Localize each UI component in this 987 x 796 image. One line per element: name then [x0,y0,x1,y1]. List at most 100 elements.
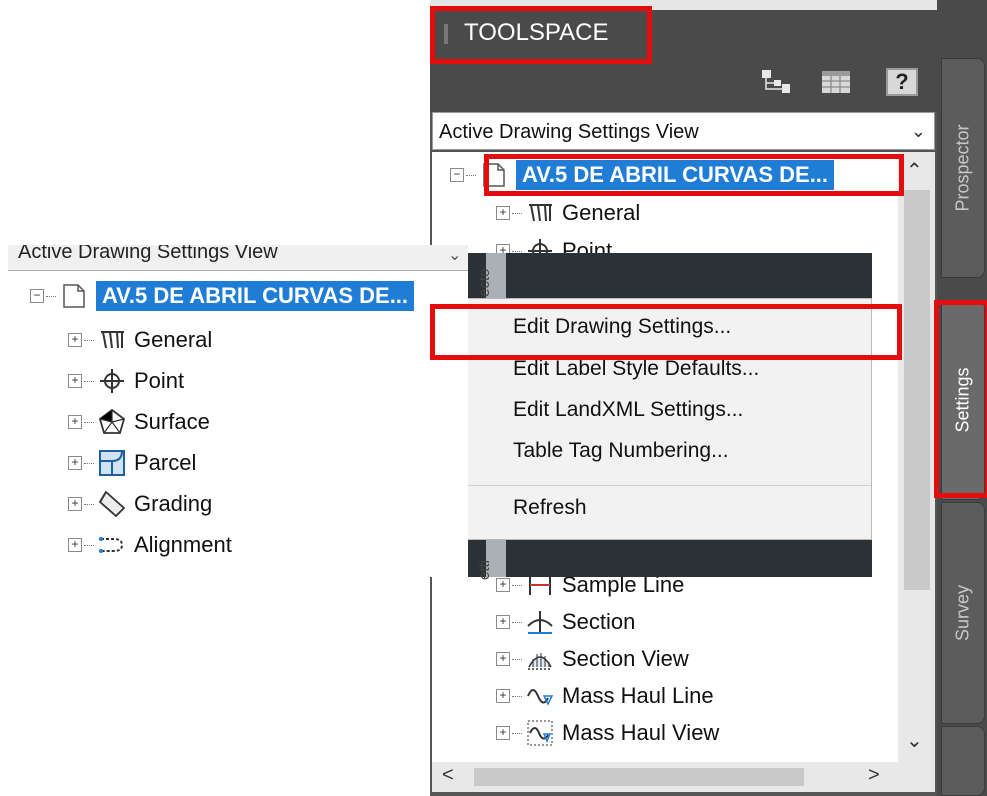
expand-icon[interactable]: + [496,578,510,592]
expand-icon[interactable]: + [68,374,82,388]
tree-connector [84,380,94,382]
inset-tab-fragment: ecto [476,268,493,297]
expand-icon[interactable]: + [496,615,510,629]
drawing-icon [63,284,85,308]
tree-connector [512,584,522,586]
scroll-left-icon[interactable]: < [442,764,454,787]
alignment-icon [99,537,124,553]
inset-tree-root-row[interactable]: − AV.5 DE ABRIL CURVAS DE... [30,279,415,313]
highlight-toolspace-title [430,6,652,64]
inset-settings-tree: − AV.5 DE ABRIL CURVAS DE... + General + [8,273,438,577]
tree-item-label: Grading [134,491,213,516]
tree-connector [84,462,94,464]
vertical-scrollbar[interactable]: ⌃ ⌄ [898,152,935,762]
general-settings-icon [529,204,552,222]
tree-connector [84,503,94,505]
tree-item-label: Section View [562,646,689,671]
tree-connector [466,174,476,176]
inset-tree-item-surface[interactable]: + Surface [68,405,210,439]
expand-icon[interactable]: + [68,415,82,429]
section-view-icon [528,653,552,670]
highlight-edit-drawing-settings [430,304,902,360]
tree-connector [46,295,56,297]
menu-item-table-tag-numbering[interactable]: Table Tag Numbering... [513,439,729,463]
tree-item-label: Parcel [134,450,197,475]
collapse-icon[interactable]: − [30,289,44,303]
inset-settings-panel: Active Drawing Settings View ⌄ − AV.5 DE… [8,245,468,577]
menu-item-edit-landxml-settings[interactable]: Edit LandXML Settings... [513,398,743,422]
drawing-root-node[interactable]: AV.5 DE ABRIL CURVAS DE... [96,281,415,311]
scrollbar-thumb[interactable] [474,768,804,786]
tree-view-icon[interactable] [760,68,792,96]
expand-icon[interactable]: + [496,652,510,666]
tree-connector [84,339,94,341]
view-dropdown-value: Active Drawing Settings View [439,121,699,143]
parcel-icon [99,450,125,476]
tree-connector [512,658,522,660]
expand-icon[interactable]: + [68,538,82,552]
tree-item-label: Section [562,609,636,634]
scroll-up-icon[interactable]: ⌃ [906,158,923,183]
inset-tab-fragment: etti [476,559,493,580]
menu-separator [427,485,871,486]
tree-item-label: Point [134,368,185,393]
tree-connector [512,212,522,214]
chevron-down-icon[interactable]: ⌄ [448,245,461,265]
tab-more[interactable] [941,726,985,796]
tree-item-mass-haul-line[interactable]: + Mass Haul Line [496,679,714,713]
tree-item-section[interactable]: + Section [496,605,635,639]
highlight-settings-tab [934,300,987,498]
inset-tree-item-general[interactable]: + General [68,323,212,357]
tree-item-label: Mass Haul Line [562,683,714,708]
surface-icon [98,408,126,434]
tree-connector [512,732,522,734]
help-icon[interactable]: ? [886,68,918,96]
inset-tree-item-alignment[interactable]: + Alignment [68,528,232,562]
point-icon [100,369,124,393]
tree-item-label: General [562,200,641,225]
horizontal-scrollbar[interactable]: < > [432,762,935,792]
view-dropdown[interactable]: Active Drawing Settings View ⌄ [432,112,935,150]
highlight-drawing-root [484,154,904,196]
scrollbar-thumb[interactable] [904,190,930,590]
inset-tree-item-parcel[interactable]: + Parcel [68,446,196,480]
scroll-down-icon[interactable]: ⌄ [906,728,923,753]
tree-item-label: Surface [134,409,210,434]
inset-tree-item-grading[interactable]: + Grading [68,487,212,521]
grading-icon [98,490,126,518]
tab-survey[interactable]: Survey [941,502,985,724]
tree-item-general[interactable]: + General [496,196,640,230]
mass-haul-view-icon [527,720,553,746]
tree-connector [512,621,522,623]
tree-item-section-view[interactable]: + Section View [496,642,689,676]
expand-icon[interactable]: + [496,206,510,220]
section-icon [527,611,553,634]
palette-toolbar: ? [430,56,937,112]
inset-dropdown-value: Active Drawing Settings View [18,245,278,263]
tree-item-label: Mass Haul View [562,720,720,745]
tree-item-label: Alignment [134,532,232,557]
expand-icon[interactable]: + [68,497,82,511]
expand-icon[interactable]: + [68,333,82,347]
inset-view-dropdown[interactable]: Active Drawing Settings View ⌄ [8,245,468,271]
tab-prospector[interactable]: Prospector [941,58,985,278]
menu-item-edit-label-style-defaults[interactable]: Edit Label Style Defaults... [513,357,759,381]
tab-label: Survey [952,584,973,642]
expand-icon[interactable]: + [496,726,510,740]
mass-haul-line-icon [527,689,554,706]
menu-item-refresh[interactable]: Refresh [513,496,587,520]
tab-label: Prospector [952,124,973,212]
scroll-right-icon[interactable]: > [868,764,880,787]
general-settings-icon [101,331,124,349]
chevron-down-icon[interactable]: ⌄ [911,121,926,142]
item-view-icon[interactable] [820,68,852,96]
collapse-icon[interactable]: − [450,168,464,182]
tree-connector [84,544,94,546]
expand-icon[interactable]: + [68,456,82,470]
tree-item-mass-haul-view[interactable]: + Mass Haul View [496,716,719,750]
expand-icon[interactable]: + [496,689,510,703]
tree-connector [512,250,522,252]
inset-tree-item-point[interactable]: + Point [68,364,184,398]
tree-connector [84,421,94,423]
tree-connector [512,695,522,697]
